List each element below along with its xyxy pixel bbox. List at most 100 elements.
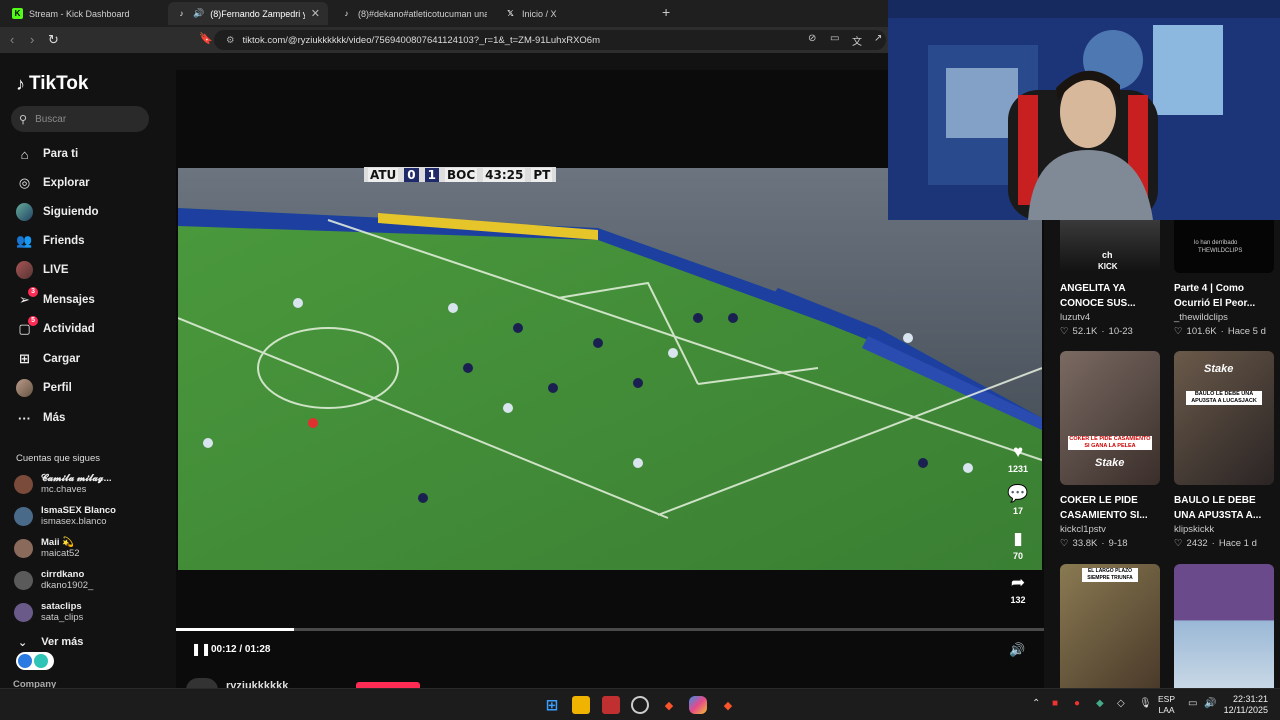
video-thumbnail: ch KICK bbox=[1060, 220, 1160, 273]
plus-square-icon: ⊞ bbox=[19, 351, 30, 366]
send-icon: ➢ 3 bbox=[16, 286, 38, 309]
comment-button[interactable]: 💬 17 bbox=[1006, 484, 1030, 516]
brave-icon[interactable]: ◆ bbox=[660, 696, 678, 714]
thumb-overlay-text: EL LARGO PLAZO SIEMPRE TRIUNFA bbox=[1082, 568, 1138, 582]
following-account[interactable]: IsmaSEX Blanco ismasex.blanco bbox=[14, 505, 116, 527]
network-icon[interactable]: ▭ bbox=[1188, 698, 1197, 709]
search-placeholder: Buscar bbox=[35, 113, 67, 125]
message-icon: ▢ 5 bbox=[16, 315, 38, 338]
video-progress-bar[interactable] bbox=[176, 628, 1044, 631]
avatar bbox=[14, 570, 33, 590]
nav-perfil[interactable]: Perfil bbox=[16, 377, 72, 399]
recommended-video[interactable]: ch KICK ANGELITA YA CONOCE SUS... luzutv… bbox=[1060, 220, 1160, 337]
bookmark-icon: ▮ bbox=[1013, 529, 1023, 548]
obs-icon[interactable] bbox=[631, 696, 649, 714]
tab-tiktok-zampedri[interactable]: ♪ 🔊 (8)Fernando Zampedri y Andr ✕ bbox=[168, 2, 328, 25]
like-count: 52.1K bbox=[1072, 326, 1098, 337]
save-count: 70 bbox=[1012, 551, 1023, 561]
forward-icon[interactable]: › bbox=[30, 32, 34, 47]
following-account[interactable]: 𝓒𝓪𝓶𝓲𝓵𝓪 𝓶𝓲𝓵𝓪𝓰... mc.chaves bbox=[14, 473, 112, 495]
following-account[interactable]: sataclips sata_clips bbox=[14, 601, 83, 623]
like-count: 1231 bbox=[1007, 464, 1029, 474]
thumb-overlay-text: Stake bbox=[1095, 457, 1125, 469]
windows-start-icon[interactable]: ⊞ bbox=[543, 696, 561, 714]
site-info-icon[interactable]: ⚙ bbox=[226, 35, 235, 46]
heart-icon: ♥ bbox=[1012, 442, 1024, 461]
share-icon[interactable]: ↗ bbox=[874, 33, 882, 44]
reload-icon[interactable]: ↻ bbox=[48, 32, 59, 48]
speaker-icon: 🔊 bbox=[193, 8, 205, 18]
nav-siguiendo[interactable]: Siguiendo bbox=[16, 201, 99, 223]
pause-icon[interactable]: ❚❚ bbox=[191, 642, 211, 656]
share-button[interactable]: ➦ 132 bbox=[1006, 573, 1030, 605]
save-button[interactable]: ▮ 70 bbox=[1006, 529, 1030, 561]
thumb-overlay-text: lo han derribado bbox=[1194, 240, 1238, 246]
chevron-up-icon[interactable]: ⌃ bbox=[1032, 698, 1040, 709]
recommended-video[interactable]: Stake BAULO LE DEBE UNA APU3STA A LUCASJ… bbox=[1174, 351, 1274, 549]
translate-icon[interactable]: 文 bbox=[852, 33, 862, 48]
search-input[interactable]: ⚲ Buscar bbox=[11, 106, 149, 132]
separator: · bbox=[1220, 326, 1224, 337]
tab-tiktok-dekano[interactable]: ♪ (8)#dekano#atleticotucuman una sol bbox=[333, 2, 495, 25]
video-title: BAULO LE DEBE UNA APU3STA A... bbox=[1174, 495, 1262, 521]
account-handle: maicat52 bbox=[41, 548, 80, 559]
recommended-video[interactable]: COKER LE PIDE CASAMIENTO SI GANA LA PELE… bbox=[1060, 351, 1160, 549]
chevron-down-icon: ⌄ bbox=[18, 637, 28, 649]
file-explorer-icon[interactable] bbox=[572, 696, 590, 714]
language-indicator[interactable]: ESP LAA bbox=[1158, 694, 1175, 716]
brave-icon[interactable]: ◆ bbox=[719, 696, 737, 714]
new-tab-icon[interactable]: + bbox=[662, 4, 670, 20]
share-count: 132 bbox=[1010, 595, 1026, 605]
webcam-overlay bbox=[888, 0, 1280, 220]
nav-friends[interactable]: 👥 Friends bbox=[16, 230, 84, 252]
nav-mas[interactable]: ··· Más bbox=[16, 407, 65, 429]
tray-app-icon[interactable]: ◆ bbox=[1096, 698, 1104, 709]
volume-icon[interactable]: 🔊 bbox=[1204, 698, 1216, 709]
recommended-video[interactable]: EL LARGO PLAZO SIEMPRE TRIUNFA bbox=[1060, 564, 1160, 688]
nav-mensajes[interactable]: ➢ 3 Mensajes bbox=[16, 286, 95, 311]
system-clock[interactable]: 22:31:21 12/11/2025 bbox=[1222, 694, 1268, 716]
tray-app-icon[interactable]: ● bbox=[1074, 698, 1080, 709]
see-more-button[interactable]: ⌄ Ver más bbox=[18, 636, 83, 649]
post-date: 10-23 bbox=[1108, 326, 1133, 337]
recommended-video[interactable] bbox=[1174, 564, 1274, 688]
match-period: PT bbox=[531, 167, 553, 182]
following-account[interactable]: Maii 💫 maicat52 bbox=[14, 537, 80, 559]
volume-icon[interactable]: 🔊 bbox=[1009, 642, 1025, 658]
tab-title: (8)Fernando Zampedri y Andr bbox=[210, 8, 305, 19]
recommended-video[interactable]: lo han derribado THEWILDCLIPS Parte 4 | … bbox=[1174, 220, 1274, 337]
nav-live[interactable]: LIVE bbox=[16, 259, 69, 281]
cast-icon[interactable]: ▭ bbox=[830, 33, 839, 44]
get-app-toggle[interactable] bbox=[16, 652, 54, 670]
nav-cargar[interactable]: ⊞ Cargar bbox=[16, 348, 80, 370]
tab-kick-dashboard[interactable]: K Stream - Kick Dashboard bbox=[4, 2, 166, 25]
video-author: _thewildclips bbox=[1174, 312, 1228, 323]
video-frame[interactable] bbox=[178, 168, 1042, 570]
kick-icon: K bbox=[12, 8, 23, 19]
like-button[interactable]: ♥ 1231 bbox=[1006, 442, 1030, 474]
bookmark-icon[interactable]: 🔖 bbox=[199, 32, 213, 45]
scoreboard-overlay: ATU 0 1 BOC 43:25 PT bbox=[364, 167, 557, 182]
logo-text: TikTok bbox=[29, 73, 89, 94]
thumb-overlay-text: ch bbox=[1102, 250, 1113, 260]
app-icon[interactable] bbox=[602, 696, 620, 714]
following-account[interactable]: cirrdkano dkano1902_ bbox=[14, 569, 93, 591]
nav-para-ti[interactable]: ⌂ Para ti bbox=[16, 143, 79, 165]
nav-label: Mensajes bbox=[43, 294, 95, 306]
tiktok-logo[interactable]: ♪ TikTok bbox=[16, 73, 88, 95]
back-icon[interactable]: ‹ bbox=[10, 32, 14, 47]
copilot-icon[interactable] bbox=[689, 696, 707, 714]
tray-app-icon[interactable]: ■ bbox=[1052, 698, 1058, 709]
close-icon[interactable]: ✕ bbox=[311, 7, 320, 20]
video-thumbnail: Stake BAULO LE DEBE UNA APU3STA A LUCASJ… bbox=[1174, 351, 1274, 485]
url-field[interactable]: ⚙ tiktok.com/@ryziukkkkkk/video/75694008… bbox=[214, 30, 886, 50]
media-icon[interactable]: ⊘ bbox=[808, 33, 816, 44]
nav-explorar[interactable]: ◎ Explorar bbox=[16, 172, 90, 194]
nav-actividad[interactable]: ▢ 5 Actividad bbox=[16, 315, 95, 340]
microphone-icon[interactable]: 🎙 bbox=[1139, 698, 1152, 709]
video-thumbnail: EL LARGO PLAZO SIEMPRE TRIUNFA bbox=[1060, 564, 1160, 688]
account-handle: dkano1902_ bbox=[41, 580, 94, 591]
tray-app-icon[interactable]: ◇ bbox=[1117, 698, 1125, 709]
tab-x-inicio[interactable]: 𝕏 Inicio / X bbox=[497, 2, 657, 25]
away-team: BOC bbox=[445, 167, 478, 182]
